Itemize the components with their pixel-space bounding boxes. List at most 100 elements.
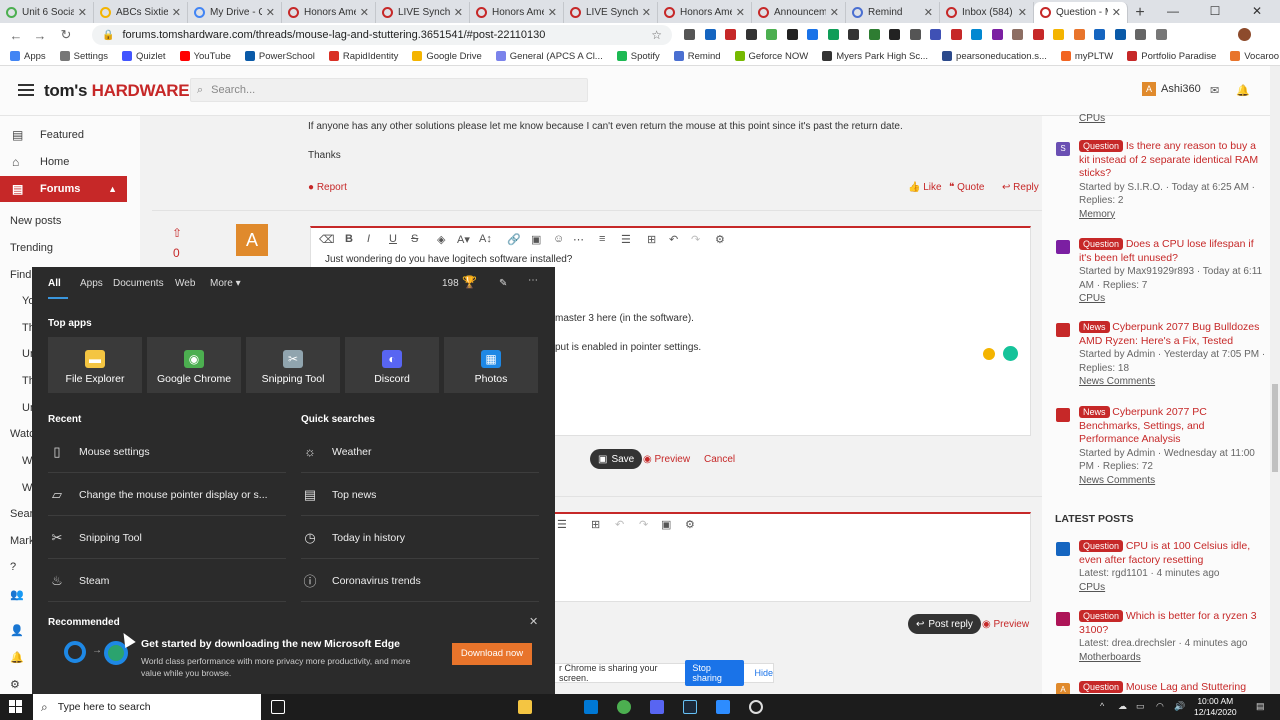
bookmark-item[interactable]: General (APCS A Cl... bbox=[495, 51, 603, 62]
extension-icon[interactable] bbox=[991, 29, 1003, 40]
extension-icon[interactable] bbox=[704, 29, 716, 40]
extension-icon[interactable] bbox=[786, 29, 798, 40]
user-menu[interactable]: A Ashi360 bbox=[1142, 82, 1201, 96]
bell-icon[interactable]: 🔔 bbox=[10, 651, 24, 664]
forum-link[interactable]: Memory bbox=[1079, 208, 1266, 222]
gear-icon[interactable]: ⚙ bbox=[10, 678, 20, 691]
hamburger-menu-icon[interactable] bbox=[18, 84, 34, 96]
bookmark-item[interactable]: Apps bbox=[10, 51, 46, 62]
extension-icon[interactable] bbox=[1032, 29, 1044, 40]
link-icon[interactable]: 🔗 bbox=[507, 233, 521, 246]
font-icon[interactable]: A▾ bbox=[457, 233, 470, 246]
like-link[interactable]: 👍 Like bbox=[908, 182, 942, 193]
bookmark-item[interactable]: Geforce NOW bbox=[734, 51, 808, 62]
close-tab-icon[interactable]: ✕ bbox=[360, 6, 369, 19]
close-tab-icon[interactable]: ✕ bbox=[266, 6, 275, 19]
sidebar-item-home[interactable]: ⌂ Home bbox=[0, 149, 127, 175]
close-tab-icon[interactable]: ✕ bbox=[736, 6, 745, 19]
browser-tab[interactable]: Question - M ✕ bbox=[1034, 2, 1128, 23]
task-view-icon[interactable] bbox=[271, 700, 285, 714]
forum-link[interactable]: Motherboards bbox=[1079, 651, 1266, 665]
color-icon[interactable]: ◈ bbox=[437, 233, 445, 246]
tab-more[interactable]: More ▾ bbox=[210, 278, 241, 289]
mail-app-icon[interactable] bbox=[584, 700, 598, 714]
bookmark-item[interactable]: PowerSchool bbox=[244, 51, 315, 62]
hide-share-button[interactable]: Hide bbox=[754, 668, 773, 678]
forum-link[interactable]: CPUs bbox=[1056, 112, 1266, 126]
app-tile[interactable]: ◐ Discord bbox=[345, 337, 439, 393]
tab-documents[interactable]: Documents bbox=[113, 278, 164, 289]
bell-icon[interactable]: 🔔 bbox=[1236, 84, 1250, 97]
taskbar-search-input[interactable]: ⌕ Type here to search bbox=[33, 694, 261, 720]
download-now-button[interactable]: Download now bbox=[452, 643, 532, 665]
extension-icon[interactable] bbox=[1114, 29, 1126, 40]
undo-icon[interactable]: ↶ bbox=[615, 518, 624, 531]
bookmark-item[interactable]: Myers Park High Sc... bbox=[822, 51, 928, 62]
smilie-icon[interactable]: ☺ bbox=[553, 233, 564, 245]
close-tab-icon[interactable]: ✕ bbox=[454, 6, 463, 19]
onedrive-icon[interactable]: ☁ bbox=[1118, 701, 1127, 712]
forward-icon[interactable]: → bbox=[28, 28, 52, 43]
file-explorer-icon[interactable] bbox=[518, 700, 532, 714]
bookmark-item[interactable]: Vocaroo | Online vo... bbox=[1230, 51, 1280, 62]
close-tab-icon[interactable]: ✕ bbox=[1018, 6, 1027, 19]
browser-tab[interactable]: My Drive - Go ✕ bbox=[188, 2, 282, 23]
extension-icon[interactable] bbox=[745, 29, 757, 40]
recent-item[interactable]: ✂ Snipping Tool bbox=[48, 517, 286, 559]
list-icon[interactable]: ☰ bbox=[621, 233, 631, 246]
eraser-icon[interactable]: ⌫ bbox=[319, 233, 335, 246]
emoji-icon[interactable] bbox=[983, 348, 995, 360]
extension-icon[interactable] bbox=[766, 29, 777, 40]
forum-link[interactable]: CPUs bbox=[1079, 292, 1266, 306]
close-tab-icon[interactable]: ✕ bbox=[172, 6, 181, 19]
extension-icon[interactable] bbox=[1094, 29, 1105, 40]
bookmark-item[interactable]: Remind bbox=[673, 51, 721, 62]
app-tile[interactable]: ✂ Snipping Tool bbox=[246, 337, 340, 393]
thread-list-item[interactable]: A Question Mouse Lag and Stuttering bbox=[1056, 681, 1266, 697]
scrollbar-thumb[interactable] bbox=[1272, 384, 1278, 472]
extension-icon[interactable] bbox=[848, 29, 859, 40]
thread-list-item[interactable]: Question Which is better for a ryzen 3 3… bbox=[1056, 610, 1266, 664]
thread-list-item[interactable]: Question CPU is at 100 Celsius idle, eve… bbox=[1056, 540, 1266, 594]
thread-list-item[interactable]: News Cyberpunk 2077 PC Benchmarks, Setti… bbox=[1056, 406, 1266, 487]
extension-icon[interactable] bbox=[1135, 29, 1146, 40]
report-link[interactable]: ● Report bbox=[308, 182, 347, 193]
forum-link[interactable]: News Comments bbox=[1079, 474, 1266, 488]
settings-icon[interactable]: ⚙ bbox=[685, 518, 695, 531]
preview-link[interactable]: ◉ Preview bbox=[643, 454, 690, 465]
settings-icon[interactable]: ⚙ bbox=[715, 233, 725, 246]
thread-list-item[interactable]: S Question Is there any reason to buy a k… bbox=[1056, 140, 1266, 221]
extension-icon[interactable] bbox=[868, 29, 880, 40]
bold-icon[interactable]: B bbox=[345, 233, 353, 245]
bookmark-item[interactable]: YouTube bbox=[179, 51, 231, 62]
browser-tab[interactable]: Remind ✕ bbox=[846, 2, 940, 23]
sidebar-item-featured[interactable]: ▤ Featured bbox=[0, 122, 127, 148]
reload-icon[interactable]: ↻ bbox=[54, 27, 78, 43]
close-icon[interactable]: ✕ bbox=[529, 615, 538, 628]
notifications-icon[interactable]: ▤ bbox=[1256, 701, 1265, 712]
font-size-icon[interactable]: A↕ bbox=[479, 233, 492, 245]
browser-tab[interactable]: Inbox (584) - ✕ bbox=[940, 2, 1034, 23]
back-icon[interactable]: ← bbox=[4, 28, 28, 43]
zoom-icon[interactable] bbox=[716, 700, 730, 714]
tab-web[interactable]: Web bbox=[175, 278, 195, 289]
browser-tab[interactable]: Honors Amer ✕ bbox=[658, 2, 752, 23]
quick-search-item[interactable]: ⓘ Coronavirus trends bbox=[301, 560, 539, 602]
extension-icon[interactable] bbox=[930, 29, 941, 40]
app-tile[interactable]: ▬ File Explorer bbox=[48, 337, 142, 393]
more-options-icon[interactable]: ⋯ bbox=[528, 275, 538, 286]
bookmark-item[interactable]: Google Drive bbox=[412, 51, 482, 62]
close-tab-icon[interactable]: ✕ bbox=[78, 6, 87, 19]
feedback-icon[interactable]: ✎ bbox=[499, 278, 507, 289]
people-icon[interactable]: 👥 bbox=[10, 588, 24, 601]
italic-icon[interactable]: I bbox=[367, 233, 370, 245]
align-icon[interactable]: ≡ bbox=[599, 233, 605, 245]
app-tile[interactable]: ▦ Photos bbox=[444, 337, 538, 393]
quick-search-item[interactable]: ◷ Today in history bbox=[301, 517, 539, 559]
browser-tab[interactable]: LIVE Synchron ✕ bbox=[376, 2, 470, 23]
cancel-link[interactable]: Cancel bbox=[704, 454, 735, 465]
extension-icon[interactable] bbox=[1053, 29, 1064, 40]
url-omnibox[interactable]: 🔒 forums.tomshardware.com/threads/mouse-… bbox=[92, 25, 672, 45]
mail-icon[interactable]: ✉ bbox=[1210, 84, 1219, 97]
browser-tab[interactable]: Honors Amer ✕ bbox=[282, 2, 376, 23]
